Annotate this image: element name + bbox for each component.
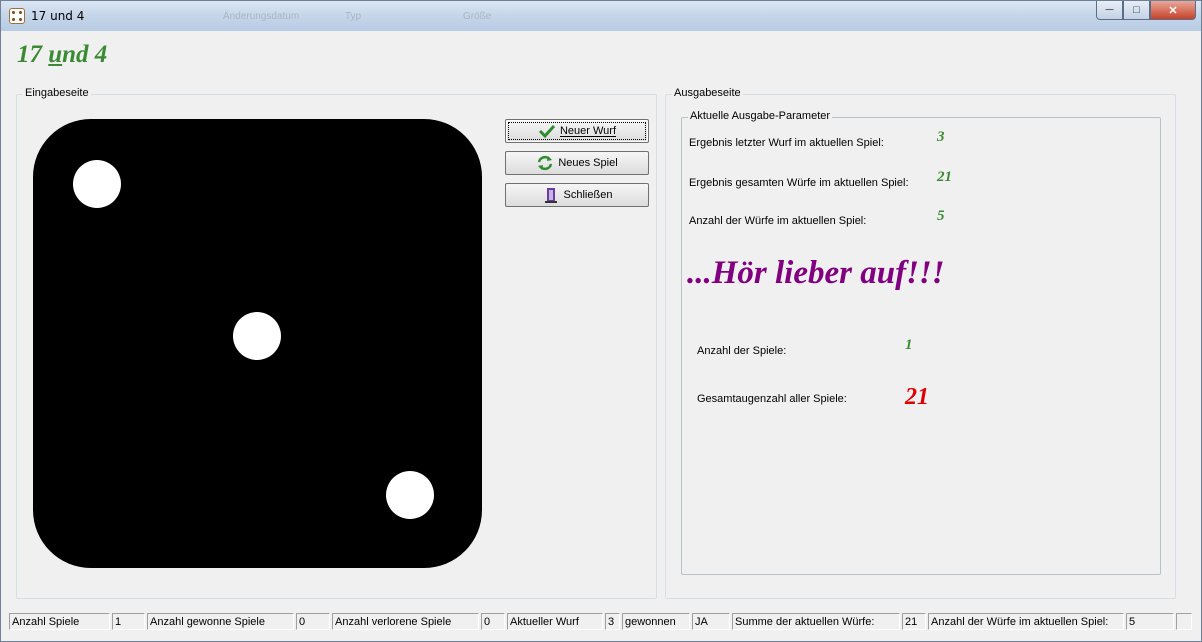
new-game-button[interactable]: Neues Spiel — [505, 151, 649, 175]
die-pip — [233, 312, 281, 360]
games-label: Anzahl der Spiele: — [697, 345, 787, 357]
checkmark-icon — [538, 123, 556, 139]
heading-text: nd 4 — [62, 41, 108, 68]
heading-text: 17 — [17, 41, 49, 68]
window-controls: ─ □ ✕ — [1096, 1, 1196, 21]
close-button[interactable]: Schließen — [505, 183, 649, 207]
minimize-icon: ─ — [1105, 4, 1114, 16]
app-heading: 17 und 4 — [17, 41, 107, 69]
status-won-value: 0 — [296, 613, 330, 630]
refresh-icon — [536, 155, 554, 171]
status-won-flag-label: gewonnen — [622, 613, 690, 630]
status-lost-label: Anzahl verlorene Spiele — [332, 613, 479, 630]
rolls-value: 5 — [937, 208, 945, 224]
close-window-button[interactable]: ✕ — [1150, 1, 1196, 20]
last-roll-value: 3 — [937, 129, 945, 145]
roll-button-label: Neuer Wurf — [559, 125, 617, 137]
status-current-roll-value: 3 — [605, 613, 620, 630]
params-panel-legend: Aktuelle Ausgabe-Parameter — [688, 110, 833, 122]
status-rolls-label: Anzahl der Würfe im aktuellen Spiel: — [928, 613, 1124, 630]
status-won-label: Anzahl gewonne Spiele — [147, 613, 294, 630]
die-pip — [73, 160, 121, 208]
heading-mnemonic: u — [48, 41, 63, 68]
overall-value: 21 — [905, 384, 929, 410]
die-pip — [386, 471, 434, 519]
overall-label: Gesamtaugenzahl aller Spiele: — [697, 393, 847, 405]
input-panel-legend: Eingabeseite — [23, 87, 91, 99]
output-panel-legend: Ausgabeseite — [672, 87, 743, 99]
roll-button[interactable]: Neuer Wurf — [505, 119, 649, 143]
new-game-button-label: Neues Spiel — [558, 157, 618, 169]
status-lost-value: 0 — [481, 613, 505, 630]
status-sum-label: Summe der aktuellen Würfe: — [732, 613, 900, 630]
rolls-label: Anzahl der Würfe im aktuellen Spiel: — [689, 215, 867, 227]
status-bar: Anzahl Spiele 1 Anzahl gewonne Spiele 0 … — [1, 611, 1201, 641]
background-column-header: Änderungsdatum — [223, 11, 300, 22]
games-value: 1 — [905, 337, 913, 353]
background-column-header: Größe — [463, 11, 492, 22]
title-bar[interactable]: 17 und 4 Änderungsdatum Typ Größe ─ □ ✕ — [1, 1, 1201, 31]
last-roll-label: Ergebnis letzter Wurf im aktuellen Spiel… — [689, 137, 884, 149]
status-sum-value: 21 — [902, 613, 926, 630]
background-column-header: Typ — [345, 11, 362, 22]
door-exit-icon — [542, 187, 560, 203]
total-label: Ergebnis gesamten Würfe im aktuellen Spi… — [689, 177, 909, 189]
status-games-value: 1 — [112, 613, 145, 630]
total-value: 21 — [937, 169, 952, 185]
status-rolls-value: 5 — [1126, 613, 1174, 630]
maximize-button[interactable]: □ — [1123, 1, 1150, 20]
warning-message: ...Hör lieber auf!!! — [687, 255, 945, 291]
status-empty-panel — [1176, 613, 1192, 630]
minimize-button[interactable]: ─ — [1096, 1, 1123, 20]
close-button-label: Schließen — [563, 189, 613, 201]
status-won-flag-value: JA — [692, 613, 730, 630]
maximize-icon: □ — [1133, 4, 1140, 16]
window-title: 17 und 4 — [31, 9, 85, 23]
main-window: 17 und 4 Änderungsdatum Typ Größe ─ □ ✕ … — [0, 0, 1202, 642]
close-icon: ✕ — [1168, 4, 1178, 17]
dice-app-icon — [9, 8, 25, 24]
status-games-label: Anzahl Spiele — [9, 613, 110, 630]
die-face — [33, 119, 482, 568]
status-current-roll-label: Aktueller Wurf — [507, 613, 603, 630]
